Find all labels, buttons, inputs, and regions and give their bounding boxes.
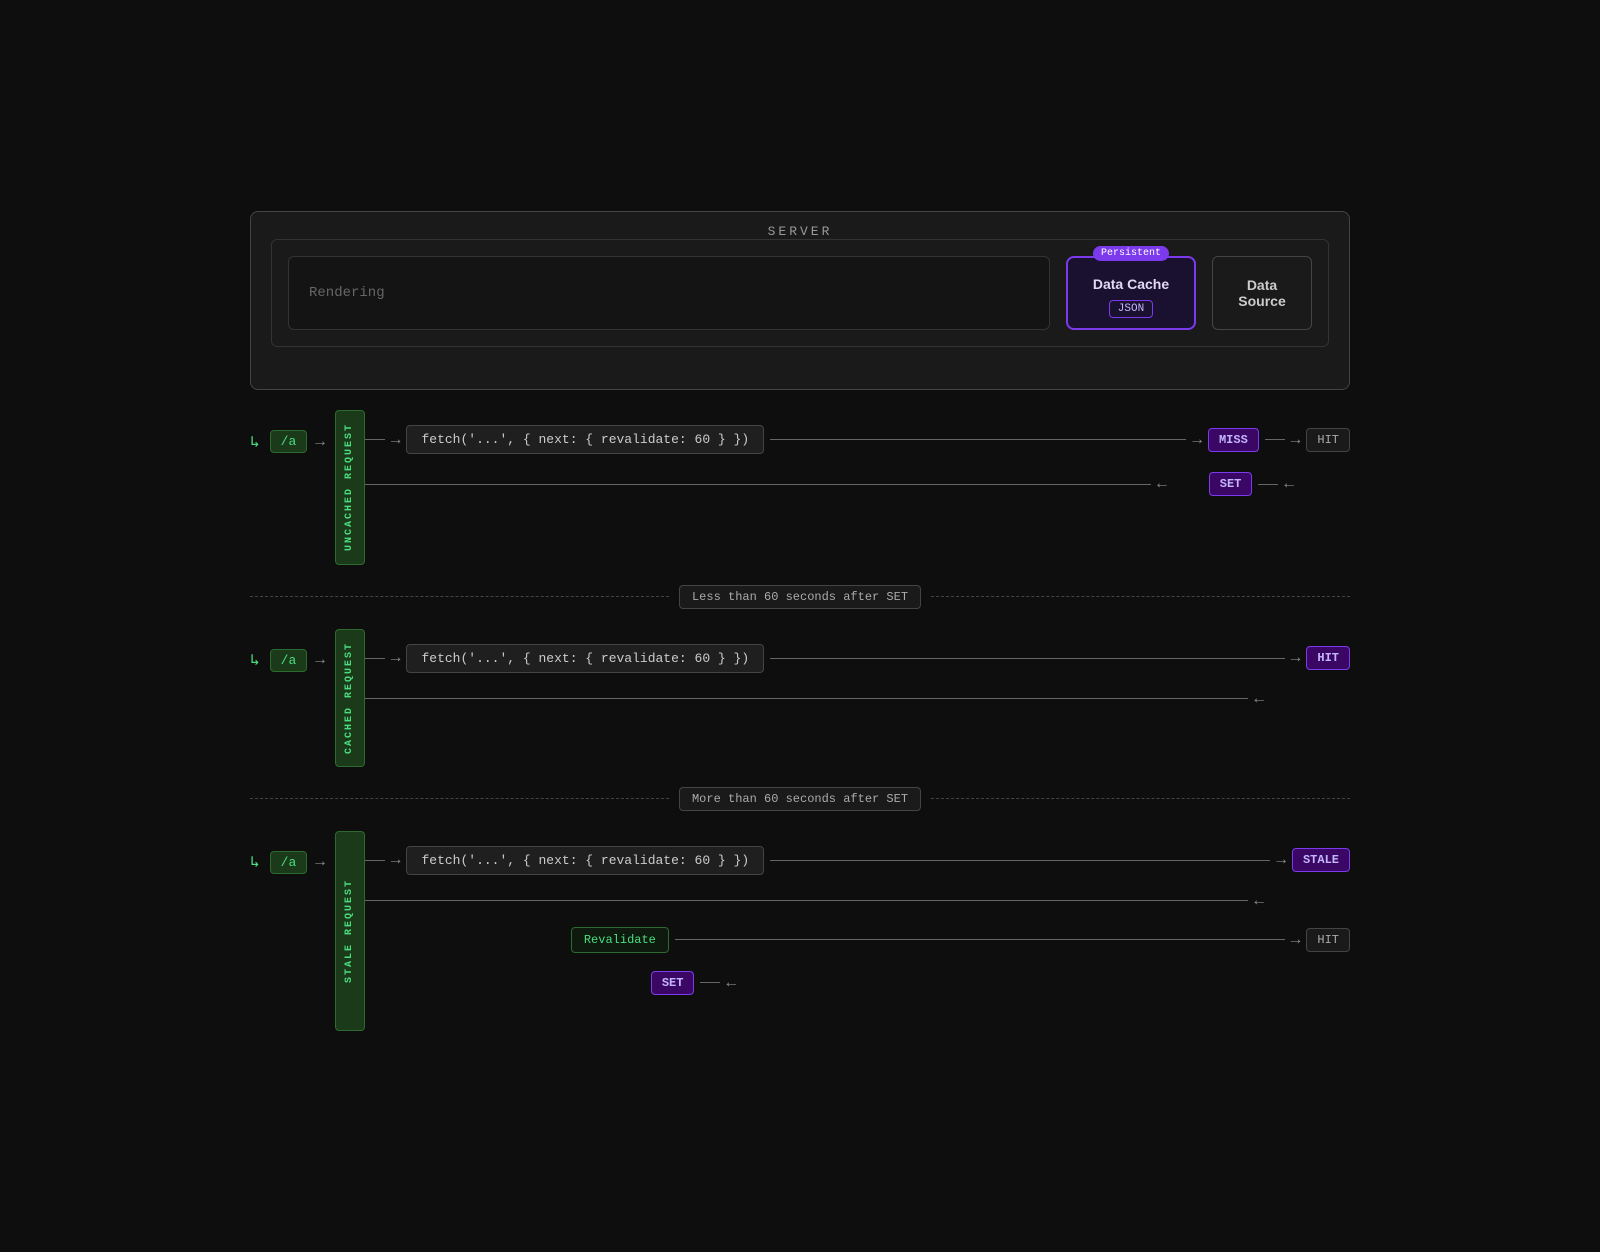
right-arrow-icon: → xyxy=(315,434,325,450)
stale-flow-row-2: ← xyxy=(365,893,1350,909)
uncached-vertical-label-box: UNCACHED REQUEST xyxy=(335,410,365,564)
divider-more-than: More than 60 seconds after SET xyxy=(250,787,1350,811)
uncached-section: ↳ /a → UNCACHED REQUEST → fetch('...', {… xyxy=(250,410,1350,564)
stale-right-arrow-icon: → xyxy=(315,854,325,870)
stale-left-arrow-icon: ← xyxy=(1254,893,1264,909)
stale-route-badge: /a xyxy=(270,851,308,874)
stale-badge: STALE xyxy=(1292,848,1350,872)
cached-vertical-label: CACHED REQUEST xyxy=(344,642,355,754)
dash-left-icon: → xyxy=(391,432,401,448)
rendering-box: Rendering xyxy=(288,256,1050,330)
cached-route-badge: /a xyxy=(270,649,308,672)
divider-text-less-than: Less than 60 seconds after SET xyxy=(679,585,921,609)
server-label: SERVER xyxy=(271,224,1329,239)
hit-badge-cached: HIT xyxy=(1306,646,1350,670)
uncached-fetch-box: fetch('...', { next: { revalidate: 60 } … xyxy=(406,425,764,454)
divider-text-more-than: More than 60 seconds after SET xyxy=(679,787,921,811)
cached-arrow-to-hit-icon: → xyxy=(1291,650,1301,666)
stale-request-entry: ↳ /a → xyxy=(250,831,325,874)
divider-line-left-2 xyxy=(250,798,669,799)
divider-less-than: Less than 60 seconds after SET xyxy=(250,585,1350,609)
stale-vertical-label: STALE REQUEST xyxy=(344,879,355,983)
cached-flow-row-1: → fetch('...', { next: { revalidate: 60 … xyxy=(365,644,1350,673)
set-badge-uncached: SET xyxy=(1209,472,1253,496)
divider-line-right-2 xyxy=(931,798,1350,799)
stale-vertical-label-box: STALE REQUEST xyxy=(335,831,365,1031)
hit-badge-uncached: HIT xyxy=(1306,428,1350,452)
miss-to-hit-arrow-icon: → xyxy=(1291,432,1301,448)
uncached-request-entry: ↳ /a → xyxy=(250,410,325,453)
cached-flow-area: → fetch('...', { next: { revalidate: 60 … xyxy=(365,629,1350,740)
right-arrow-return-icon: ← xyxy=(1284,476,1294,492)
cached-left-arrow-icon: ← xyxy=(1254,691,1264,707)
arrow-to-miss-icon: → xyxy=(1192,432,1202,448)
set-badge-stale: SET xyxy=(651,971,695,995)
data-source-box: Data Source xyxy=(1212,256,1312,330)
cached-flow-row-2: ← xyxy=(365,691,1350,707)
server-inner: Rendering Persistent Data Cache JSON Dat… xyxy=(271,239,1329,347)
uncached-vertical-label: UNCACHED REQUEST xyxy=(344,423,355,551)
persistent-badge: Persistent xyxy=(1093,246,1169,261)
server-box: SERVER Rendering Persistent Data Cache J… xyxy=(250,211,1350,390)
data-cache-label: Data Cache xyxy=(1093,276,1169,292)
data-source-label: Data Source xyxy=(1223,277,1301,309)
stale-fetch-box: fetch('...', { next: { revalidate: 60 } … xyxy=(406,846,764,875)
cached-request-entry: ↳ /a → xyxy=(250,629,325,672)
hit-badge-stale: HIT xyxy=(1306,928,1350,952)
stale-dash-left-icon: → xyxy=(391,852,401,868)
cached-right-arrow-icon: → xyxy=(315,652,325,668)
cached-fetch-box: fetch('...', { next: { revalidate: 60 } … xyxy=(406,644,764,673)
hook-icon-3: ↳ xyxy=(250,852,260,872)
uncached-flow-area: → fetch('...', { next: { revalidate: 60 … xyxy=(365,410,1350,529)
revalidate-to-hit-arrow-icon: → xyxy=(1291,932,1301,948)
hook-icon: ↳ xyxy=(250,432,260,452)
json-badge: JSON xyxy=(1109,300,1153,318)
divider-line-left-1 xyxy=(250,596,669,597)
stale-flow-row-4: SET ← xyxy=(365,971,1350,995)
cached-section: ↳ /a → CACHED REQUEST → fetch('...', { n… xyxy=(250,629,1350,767)
stale-set-left-icon: ← xyxy=(726,975,736,991)
left-arrow-icon: ← xyxy=(1157,476,1167,492)
uncached-route-badge: /a xyxy=(270,430,308,453)
revalidate-badge: Revalidate xyxy=(571,927,669,953)
stale-section: ↳ /a → STALE REQUEST → fetch('...', { ne… xyxy=(250,831,1350,1031)
stale-flow-row-1: → fetch('...', { next: { revalidate: 60 … xyxy=(365,846,1350,875)
divider-line-right-1 xyxy=(931,596,1350,597)
miss-badge: MISS xyxy=(1208,428,1259,452)
stale-flow-row-3: Revalidate → HIT xyxy=(365,927,1350,953)
cached-vertical-label-box: CACHED REQUEST xyxy=(335,629,365,767)
stale-flow-area: → fetch('...', { next: { revalidate: 60 … xyxy=(365,831,1350,1028)
stale-arrow-to-stale-icon: → xyxy=(1276,852,1286,868)
rendering-label: Rendering xyxy=(309,285,385,301)
data-cache-box: Persistent Data Cache JSON xyxy=(1066,256,1196,330)
hook-icon-2: ↳ xyxy=(250,650,260,670)
uncached-flow-row-2: ← SET ← xyxy=(365,472,1350,496)
uncached-flow-row-1: → fetch('...', { next: { revalidate: 60 … xyxy=(365,425,1350,454)
cached-dash-left-icon: → xyxy=(391,650,401,666)
